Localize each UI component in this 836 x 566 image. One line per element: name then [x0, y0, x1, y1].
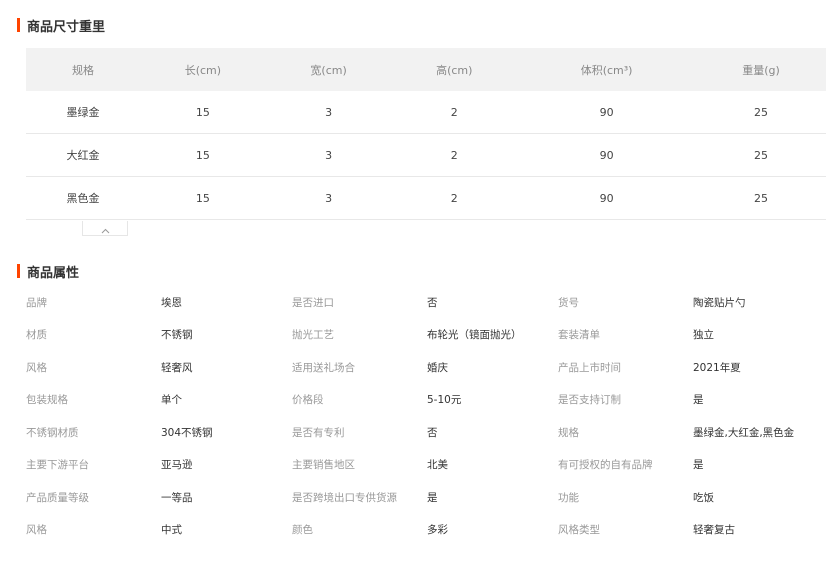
- attribute-value: 5-10元: [427, 394, 462, 407]
- attribute-key: 产品质量等级: [26, 491, 89, 504]
- attribute-value: 是: [427, 491, 438, 504]
- attribute-key: 货号: [558, 296, 579, 309]
- attribute-key: 是否有专利: [292, 426, 345, 439]
- size-weight-table: 规格 长(cm) 宽(cm) 高(cm) 体积(cm³) 重量(g) 墨绿金 1…: [26, 48, 826, 220]
- attribute-value: 轻奢复古: [693, 524, 735, 537]
- table-cell: 黑色金: [26, 176, 141, 220]
- table-row: 黑色金 15 3 2 90 25: [26, 176, 826, 220]
- table-cell: 25: [696, 176, 826, 220]
- attribute-value: 中式: [161, 524, 182, 537]
- attribute-value: 不锈钢: [161, 329, 193, 342]
- attribute-value: 埃恩: [161, 296, 182, 309]
- attribute-value: 是: [693, 459, 704, 472]
- attribute-key: 是否支持订制: [558, 394, 621, 407]
- attribute-key: 价格段: [292, 394, 324, 407]
- table-row: 大红金 15 3 2 90 25: [26, 133, 826, 177]
- title-accent-bar: [17, 264, 20, 278]
- attribute-row: 风格 轻奢风 适用送礼场合 婚庆 产品上市时间 2021年夏: [26, 351, 826, 384]
- attribute-row: 风格 中式 颜色 多彩 风格类型 轻奢复古: [26, 514, 826, 547]
- table-cell: 2: [391, 133, 518, 177]
- table-cell: 3: [265, 176, 392, 220]
- chevron-up-icon: [101, 219, 110, 238]
- attribute-value: 独立: [693, 329, 714, 342]
- attribute-value: 304不锈钢: [161, 426, 213, 439]
- attribute-value: 单个: [161, 394, 182, 407]
- attribute-key: 适用送礼场合: [292, 361, 355, 374]
- attribute-key: 抛光工艺: [292, 329, 334, 342]
- attribute-key: 产品上市时间: [558, 361, 621, 374]
- table-cell: 25: [696, 133, 826, 177]
- table-cell: 15: [140, 133, 266, 177]
- attribute-row: 品牌 埃恩 是否进口 否 货号 陶瓷贴片勺: [26, 286, 826, 319]
- table-cell: 墨绿金: [26, 91, 141, 134]
- table-cell: 15: [140, 176, 266, 220]
- size-section-title: 商品尺寸重里: [17, 17, 106, 35]
- attribute-row: 产品质量等级 一等品 是否跨境出口专供货源 是 功能 吃饭: [26, 481, 826, 514]
- attribute-key: 功能: [558, 491, 579, 504]
- attribute-value: 布轮光（镜面抛光）: [427, 329, 522, 342]
- table-cell: 3: [265, 91, 392, 134]
- attribute-key: 套装清单: [558, 329, 600, 342]
- attribute-value: 是: [693, 394, 704, 407]
- header-volume: 体积(cm³): [517, 48, 697, 91]
- table-cell: 90: [517, 91, 697, 134]
- attribute-value: 吃饭: [693, 491, 714, 504]
- attribute-value: 否: [427, 296, 438, 309]
- table-header-row: 规格 长(cm) 宽(cm) 高(cm) 体积(cm³) 重量(g): [26, 48, 826, 91]
- attribute-key: 是否跨境出口专供货源: [292, 491, 397, 504]
- attribute-value: 亚马逊: [161, 459, 193, 472]
- attribute-key: 风格类型: [558, 524, 600, 537]
- table-cell: 3: [265, 133, 392, 177]
- table-cell: 15: [140, 91, 266, 134]
- header-spec: 规格: [26, 48, 141, 91]
- table-row: 墨绿金 15 3 2 90 25: [26, 91, 826, 134]
- attribute-key: 包装规格: [26, 394, 68, 407]
- header-width: 宽(cm): [265, 48, 392, 91]
- header-length: 长(cm): [140, 48, 266, 91]
- attribute-value: 轻奢风: [161, 361, 193, 374]
- attribute-key: 主要下游平台: [26, 459, 89, 472]
- attribute-value: 婚庆: [427, 361, 448, 374]
- attribute-key: 主要销售地区: [292, 459, 355, 472]
- size-section-title-text: 商品尺寸重里: [27, 19, 106, 35]
- attribute-value: 2021年夏: [693, 361, 741, 374]
- title-accent-bar: [17, 18, 20, 32]
- table-cell: 2: [391, 176, 518, 220]
- header-height: 高(cm): [391, 48, 518, 91]
- attr-section-title-text: 商品属性: [27, 265, 80, 281]
- attribute-key: 颜色: [292, 524, 313, 537]
- attribute-key: 有可授权的自有品牌: [558, 459, 653, 472]
- attribute-row: 不锈钢材质 304不锈钢 是否有专利 否 规格 墨绿金,大红金,黑色金: [26, 416, 826, 449]
- table-cell: 大红金: [26, 133, 141, 177]
- attribute-key: 风格: [26, 524, 47, 537]
- attribute-key: 品牌: [26, 296, 47, 309]
- attribute-value: 墨绿金,大红金,黑色金: [693, 426, 795, 439]
- attribute-row: 材质 不锈钢 抛光工艺 布轮光（镜面抛光） 套装清单 独立: [26, 319, 826, 352]
- attribute-row: 主要下游平台 亚马逊 主要销售地区 北美 有可授权的自有品牌 是: [26, 449, 826, 482]
- attribute-value: 北美: [427, 459, 448, 472]
- attribute-row: 包装规格 单个 价格段 5-10元 是否支持订制 是: [26, 384, 826, 417]
- table-cell: 90: [517, 133, 697, 177]
- header-weight: 重量(g): [696, 48, 826, 91]
- attribute-key: 是否进口: [292, 296, 334, 309]
- attribute-value: 否: [427, 426, 438, 439]
- attribute-value: 陶瓷贴片勺: [693, 296, 746, 309]
- attribute-grid: 品牌 埃恩 是否进口 否 货号 陶瓷贴片勺 材质 不锈钢 抛光工艺 布轮光（镜面…: [26, 286, 826, 546]
- attr-section-title: 商品属性: [17, 263, 80, 281]
- attribute-key: 不锈钢材质: [26, 426, 79, 439]
- collapse-table-button[interactable]: [82, 221, 128, 236]
- attribute-value: 一等品: [161, 491, 193, 504]
- attribute-value: 多彩: [427, 524, 448, 537]
- attribute-key: 规格: [558, 426, 579, 439]
- attribute-key: 风格: [26, 361, 47, 374]
- attribute-key: 材质: [26, 329, 47, 342]
- table-cell: 25: [696, 91, 826, 134]
- table-cell: 2: [391, 91, 518, 134]
- table-cell: 90: [517, 176, 697, 220]
